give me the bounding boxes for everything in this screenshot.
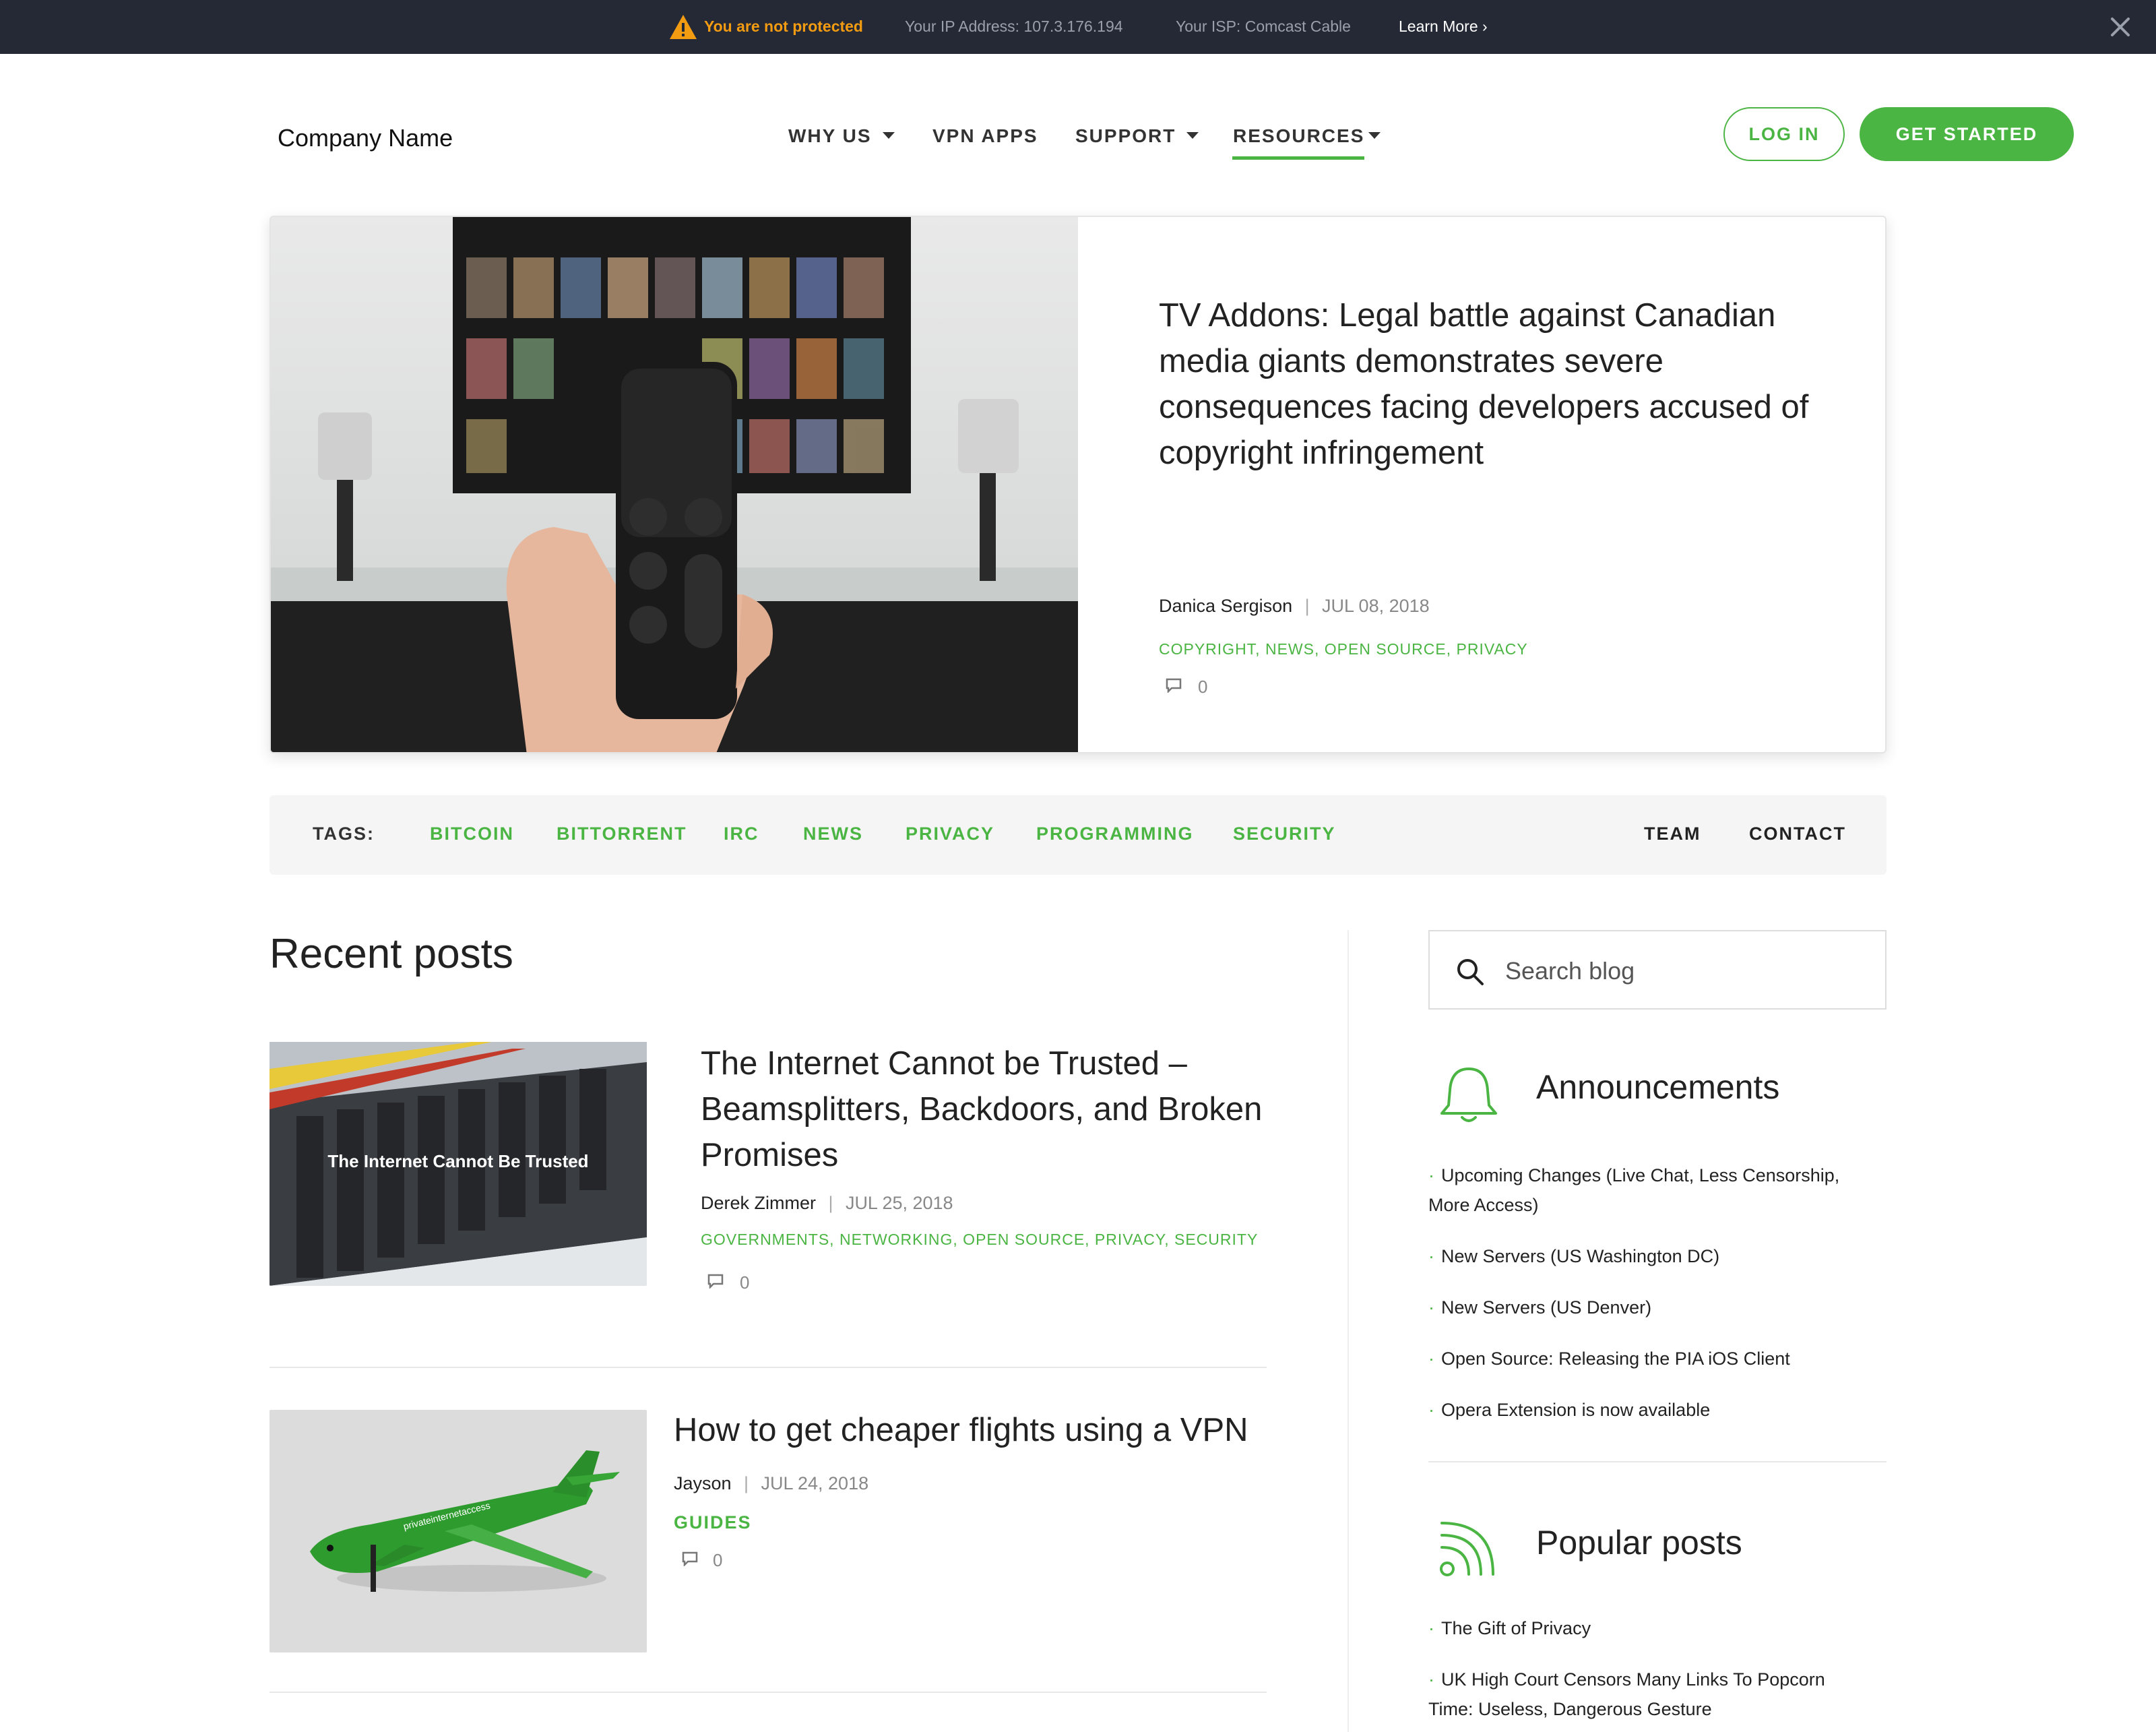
tag-security[interactable]: SECURITY (1233, 824, 1336, 844)
bullet-icon: · (1428, 1246, 1434, 1266)
post-title[interactable]: The Internet Cannot be Trusted – Beamspl… (701, 1041, 1280, 1178)
nav-support-label: SUPPORT (1075, 125, 1176, 146)
popular-post-item[interactable]: · The Gift of Privacy (1428, 1613, 1873, 1643)
comment-count: 0 (713, 1550, 723, 1570)
nav-active-indicator (1232, 156, 1364, 160)
post-thumbnail[interactable]: The Internet Cannot Be Trusted (270, 1042, 647, 1286)
chevron-down-icon (1368, 131, 1381, 139)
featured-post-title[interactable]: TV Addons: Legal battle against Canadian… (1159, 292, 1839, 476)
announcement-item[interactable]: · New Servers (US Washington DC) (1428, 1241, 1873, 1271)
featured-post-image[interactable] (271, 217, 1078, 753)
rss-icon (1440, 1522, 1494, 1576)
post-meta: Derek Zimmer | JUL 25, 2018 (701, 1193, 953, 1214)
post-author[interactable]: Jayson (674, 1473, 732, 1493)
nav-support[interactable]: SUPPORT (1075, 125, 1199, 147)
popular-post-text: UK High Court Censors Many Links To Popc… (1428, 1669, 1825, 1719)
tags-bar: TAGS: BITCOIN BITTORRENT IRC NEWS PRIVAC… (270, 795, 1886, 875)
search-box[interactable] (1428, 930, 1886, 1010)
close-icon[interactable] (2105, 12, 2135, 42)
tag-bittorrent[interactable]: BITTORRENT (557, 824, 687, 844)
meta-separator: | (744, 1473, 749, 1493)
announcement-text: New Servers (US Denver) (1441, 1297, 1652, 1318)
ip-address: Your IP Address: 107.3.176.194 (905, 18, 1123, 35)
comment-icon[interactable] (1166, 678, 1182, 693)
tag-programming[interactable]: PROGRAMMING (1036, 824, 1194, 844)
tag-privacy[interactable]: PRIVACY (906, 824, 994, 844)
bullet-icon: · (1428, 1618, 1434, 1638)
recent-posts-heading: Recent posts (270, 931, 513, 977)
tags-label: TAGS: (313, 824, 375, 844)
search-input[interactable] (1504, 952, 1870, 991)
tag-news[interactable]: NEWS (803, 824, 863, 844)
announcement-item[interactable]: · New Servers (US Denver) (1428, 1293, 1873, 1322)
comment-icon[interactable] (707, 1274, 724, 1289)
post-divider (270, 1367, 1267, 1368)
bell-icon (1440, 1068, 1497, 1122)
announcement-text: New Servers (US Washington DC) (1441, 1246, 1720, 1266)
announcement-text: Open Source: Releasing the PIA iOS Clien… (1441, 1349, 1790, 1369)
company-logo[interactable]: Company Name (278, 124, 453, 152)
warning-icon (670, 15, 697, 39)
announcement-item[interactable]: · Opera Extension is now available (1428, 1395, 1873, 1425)
nav-resources[interactable]: RESOURCES (1233, 125, 1381, 147)
nav-vpn-apps-label: VPN APPS (932, 125, 1038, 146)
learn-more-link[interactable]: Learn More › (1399, 18, 1488, 36)
post-date: JUL 24, 2018 (761, 1473, 869, 1493)
comment-count: 0 (1198, 677, 1208, 697)
popular-post-item[interactable]: · UK High Court Censors Many Links To Pop… (1428, 1665, 1873, 1724)
bullet-icon: · (1428, 1165, 1434, 1185)
tag-bitcoin[interactable]: BITCOIN (430, 824, 514, 844)
get-started-button[interactable]: GET STARTED (1860, 107, 2074, 161)
post-divider (270, 1692, 1267, 1693)
announcements-heading: Announcements (1536, 1068, 1780, 1106)
post-tags[interactable]: GOVERNMENTS, NETWORKING, OPEN SOURCE, PR… (701, 1231, 1258, 1249)
popular-post-text: The Gift of Privacy (1441, 1618, 1591, 1638)
nav-vpn-apps[interactable]: VPN APPS (932, 125, 1038, 147)
bullet-icon: · (1428, 1297, 1434, 1318)
chevron-down-icon (1186, 131, 1199, 139)
login-button[interactable]: LOG IN (1723, 107, 1845, 161)
post-tags[interactable]: GUIDES (674, 1512, 752, 1533)
team-link[interactable]: TEAM (1644, 824, 1701, 844)
post-tags[interactable]: COPYRIGHT, NEWS, OPEN SOURCE, PRIVACY (1159, 640, 1528, 658)
comment-icon[interactable] (682, 1551, 698, 1566)
meta-separator: | (1304, 596, 1310, 616)
post-date: JUL 25, 2018 (845, 1193, 953, 1213)
post-thumbnail-caption: The Internet Cannot Be Trusted (327, 1151, 588, 1171)
popular-posts-heading: Popular posts (1536, 1524, 1742, 1561)
post-meta: Jayson | JUL 24, 2018 (674, 1473, 868, 1494)
post-thumbnail[interactable]: privateinternetaccess (270, 1410, 647, 1652)
post-author[interactable]: Danica Sergison (1159, 596, 1292, 616)
chevron-down-icon (882, 131, 895, 139)
sidebar-divider (1428, 1461, 1886, 1462)
announcement-item[interactable]: · Upcoming Changes (Live Chat, Less Censo… (1428, 1161, 1873, 1220)
nav-why-us[interactable]: WHY US (788, 125, 895, 147)
announcement-text: Upcoming Changes (Live Chat, Less Censor… (1428, 1165, 1840, 1215)
bullet-icon: · (1428, 1349, 1434, 1369)
nav-why-us-label: WHY US (788, 125, 872, 146)
post-author[interactable]: Derek Zimmer (701, 1193, 816, 1213)
post-title[interactable]: How to get cheaper flights using a VPN (674, 1407, 1280, 1453)
contact-link[interactable]: CONTACT (1749, 824, 1846, 844)
column-divider (1348, 930, 1349, 1732)
post-date: JUL 08, 2018 (1322, 596, 1430, 616)
announcement-text: Opera Extension is now available (1441, 1400, 1711, 1420)
isp-name: Your ISP: Comcast Cable (1176, 18, 1351, 35)
announcement-item[interactable]: · Open Source: Releasing the PIA iOS Clie… (1428, 1344, 1873, 1373)
comment-count: 0 (740, 1272, 750, 1293)
search-icon[interactable] (1455, 957, 1485, 987)
protection-alert-bar: You are not protected Your IP Address: 1… (0, 0, 2156, 54)
protection-status: You are not protected (704, 18, 863, 35)
bullet-icon: · (1428, 1669, 1434, 1690)
featured-post-meta: Danica Sergison | JUL 08, 2018 (1159, 596, 1430, 617)
nav-resources-label: RESOURCES (1233, 125, 1365, 146)
bullet-icon: · (1428, 1400, 1434, 1420)
tag-irc[interactable]: IRC (724, 824, 759, 844)
featured-post-card[interactable]: TV Addons: Legal battle against Canadian… (270, 216, 1886, 753)
meta-separator: | (828, 1193, 833, 1213)
